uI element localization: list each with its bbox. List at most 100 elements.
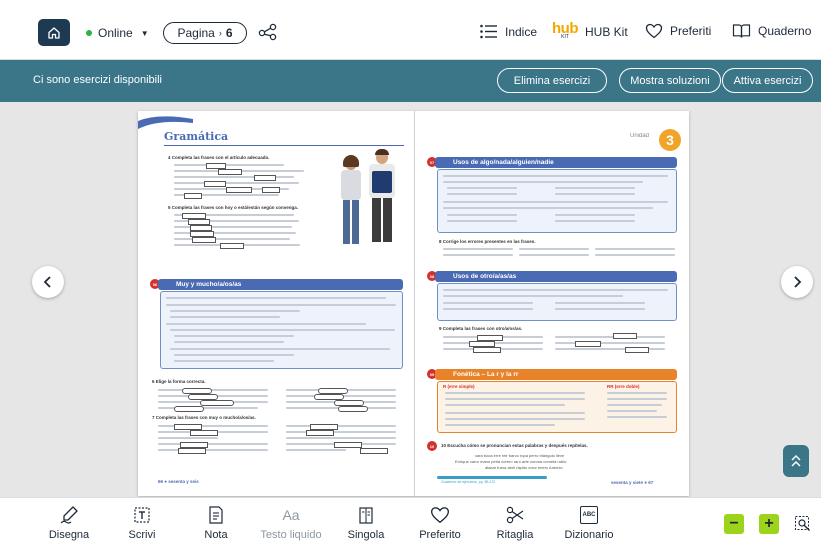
exercise-line — [158, 449, 268, 451]
exercise-5-instruction: 5 Completa las frases con hoy o está/est… — [168, 205, 299, 210]
answer-field[interactable] — [306, 430, 334, 436]
zoom-out-button[interactable]: − — [724, 514, 744, 534]
indice-button[interactable]: Indice — [479, 23, 537, 40]
exercise-7-instruction: 7 Completa las frases con muy o mucho/a/… — [152, 415, 256, 420]
bottom-toolbar: Disegna Scrivi Nota Aa Testo liquido Sin… — [0, 497, 821, 550]
audio-marker-icon[interactable]: 10 — [427, 441, 437, 451]
unit-number-badge: 3 — [659, 129, 681, 151]
answer-field[interactable] — [226, 187, 252, 193]
text-box-icon — [134, 507, 150, 523]
pen-icon — [60, 506, 78, 524]
next-page-button[interactable] — [781, 266, 813, 298]
exercise-line — [286, 449, 346, 451]
section-text-line — [555, 214, 635, 216]
exercise-line — [174, 176, 294, 178]
zoom-in-button[interactable]: + — [759, 514, 779, 534]
section-text-line — [445, 398, 585, 400]
exercise-line — [519, 254, 589, 256]
disegna-button[interactable]: Disegna — [29, 505, 109, 541]
hub-kit-button[interactable]: hub KIT HUB Kit — [552, 21, 628, 40]
exercises-available-message: Ci sono esercizi disponibili — [33, 74, 163, 86]
page-selector[interactable]: Pagina › 6 — [163, 22, 247, 44]
exercise-line — [443, 254, 513, 256]
exercise-line — [595, 254, 675, 256]
section-text-line — [447, 193, 517, 195]
section-text-line — [443, 302, 533, 304]
top-toolbar: Online ▼ Pagina › 6 Indice hub KIT HUB K… — [0, 0, 821, 60]
cuaderno-reference: Cuaderno de ejercicios, pp. 85-137 — [441, 480, 496, 484]
unit-number: 3 — [666, 132, 674, 148]
rr-doble-heading: RR (erre doble) — [607, 384, 640, 389]
heart-icon — [645, 23, 663, 39]
page-number: 6 — [225, 26, 233, 40]
section-text-line — [445, 424, 555, 426]
answer-field[interactable] — [220, 243, 244, 249]
singola-label: Singola — [347, 529, 385, 541]
nota-button[interactable]: Nota — [176, 505, 256, 541]
home-button[interactable] — [38, 19, 70, 46]
answer-field[interactable] — [218, 169, 242, 175]
section-text-line — [555, 193, 635, 195]
note-icon — [209, 506, 223, 524]
dizionario-button[interactable]: ABC Dizionario — [549, 505, 629, 541]
exercise-line — [443, 248, 513, 250]
singola-button[interactable]: Singola — [326, 505, 406, 541]
answer-field[interactable] — [190, 430, 218, 436]
boy-figure — [367, 149, 397, 247]
unit-label: Unidad — [630, 133, 650, 139]
answer-field[interactable] — [174, 406, 204, 412]
preferito-label: Preferito — [419, 529, 461, 541]
answer-field[interactable] — [575, 341, 601, 347]
elimina-esercizi-button[interactable]: Elimina esercizi — [497, 68, 607, 93]
chevron-right-icon — [794, 276, 802, 288]
answer-field[interactable] — [613, 333, 637, 339]
answer-field[interactable] — [178, 448, 206, 454]
testo-liquido-button[interactable]: Aa Testo liquido — [251, 505, 331, 541]
answer-field[interactable] — [254, 175, 276, 181]
quaderno-button[interactable]: Quaderno — [732, 23, 811, 39]
answer-field[interactable] — [204, 181, 226, 187]
plus-icon: + — [764, 515, 774, 532]
preferiti-button[interactable]: Preferiti — [645, 23, 711, 39]
online-status-dropdown[interactable]: Online ▼ — [86, 26, 149, 40]
home-icon — [48, 26, 60, 39]
answer-field[interactable] — [338, 406, 368, 412]
preferiti-label: Preferiti — [670, 24, 712, 38]
ritaglia-button[interactable]: Ritaglia — [475, 505, 555, 541]
section-text-line — [166, 297, 386, 299]
section-text-line — [555, 187, 635, 189]
scroll-up-button[interactable] — [783, 445, 809, 477]
page-label: Pagina — [177, 26, 215, 40]
preferito-button[interactable]: Preferito — [400, 505, 480, 541]
chevron-right-small-icon: › — [218, 28, 222, 38]
answer-field[interactable] — [360, 448, 388, 454]
exercise-line — [174, 182, 299, 184]
section-text-line — [443, 175, 668, 177]
mostra-soluzioni-button[interactable]: Mostra soluzioni — [619, 68, 721, 93]
exercise-line — [158, 389, 268, 391]
r-simple-heading: R (erre simple) — [443, 384, 475, 389]
section-text-line — [445, 418, 585, 420]
answer-field[interactable] — [262, 187, 280, 193]
section-header-fonetica: Fonética – La r y la rr — [435, 369, 677, 380]
previous-page-button[interactable] — [32, 266, 64, 298]
answer-field[interactable] — [192, 237, 216, 243]
answer-field[interactable] — [200, 400, 234, 406]
zoom-area-button[interactable] — [794, 515, 812, 533]
section-text-line — [166, 323, 366, 325]
answer-field[interactable] — [625, 347, 649, 353]
share-button[interactable] — [258, 23, 278, 46]
list-icon — [480, 24, 497, 39]
answer-field[interactable] — [184, 193, 202, 199]
answer-field[interactable] — [334, 442, 362, 448]
girl-figure — [339, 155, 363, 247]
chevron-up-icon — [791, 454, 801, 467]
dictionary-icon-text: ABC — [582, 512, 596, 518]
text-size-icon: Aa — [282, 507, 300, 523]
book-open-icon — [732, 24, 751, 38]
scrivi-button[interactable]: Scrivi — [102, 505, 182, 541]
attiva-esercizi-button[interactable]: Attiva esercizi — [722, 68, 813, 93]
answer-field[interactable] — [473, 347, 501, 353]
scissors-icon — [506, 506, 524, 524]
exercise-8-instruction: 8 Corrige los errores presentes en las f… — [439, 239, 536, 244]
